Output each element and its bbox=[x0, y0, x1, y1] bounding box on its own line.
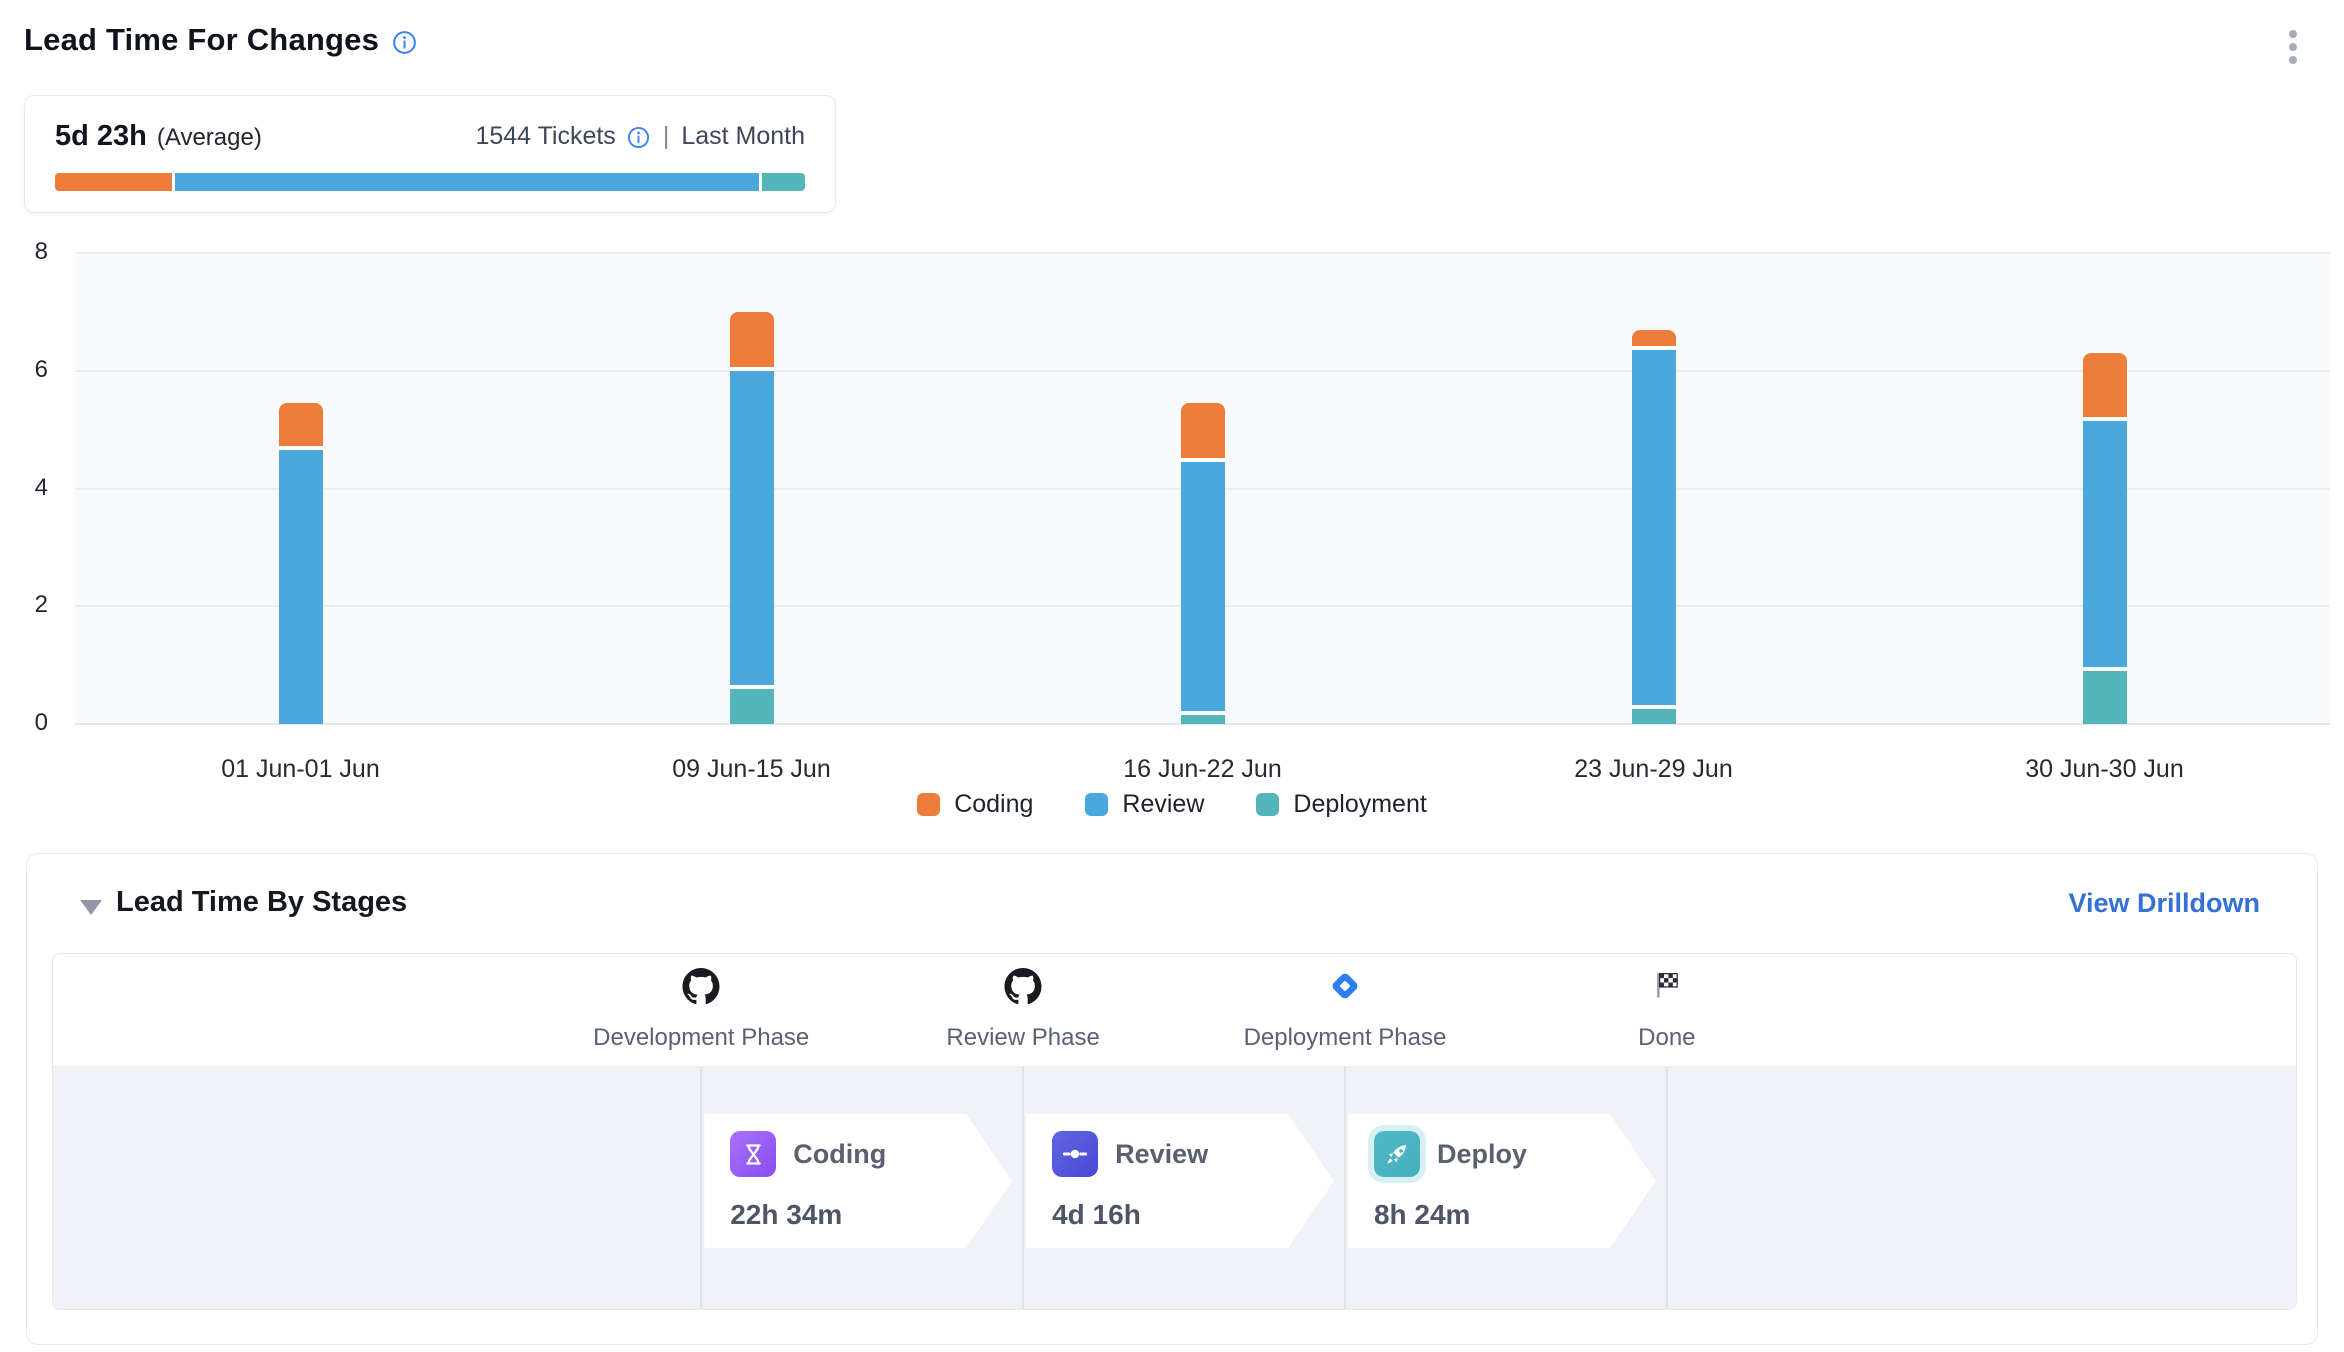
x-axis-label-1: 01 Jun-01 Jun bbox=[221, 755, 379, 784]
stage-duration: 8h 24m bbox=[1374, 1199, 1656, 1231]
phase-label-3: Deployment Phase bbox=[1244, 1024, 1447, 1052]
stacked-bar-4[interactable] bbox=[1632, 253, 1676, 724]
stage-card-review[interactable]: Review 4d 16h bbox=[1026, 1114, 1334, 1248]
view-drilldown-link[interactable]: View Drilldown bbox=[2068, 888, 2260, 919]
stages-table: Development Phase Review Phase Deployment … bbox=[52, 953, 2297, 1310]
summary-bar-segment-deployment bbox=[762, 173, 805, 191]
y-axis-tick-4: 4 bbox=[0, 474, 48, 502]
more-menu-button[interactable] bbox=[2278, 30, 2308, 70]
stage-card-coding[interactable]: Coding 22h 34m bbox=[704, 1114, 1012, 1248]
bar-segment-review[interactable] bbox=[730, 371, 774, 689]
legend-swatch-coding bbox=[917, 793, 940, 816]
stacked-bar-1[interactable] bbox=[279, 253, 323, 724]
stage-duration: 4d 16h bbox=[1052, 1199, 1334, 1231]
y-axis-tick-0: 0 bbox=[0, 709, 48, 737]
bar-segment-deployment[interactable] bbox=[730, 689, 774, 724]
stages-section-title: Lead Time By Stages bbox=[116, 886, 407, 919]
page-title: Lead Time For Changes bbox=[24, 22, 418, 58]
tickets-count: 1544 Tickets bbox=[475, 122, 615, 151]
x-axis-label-4: 23 Jun-29 Jun bbox=[1574, 755, 1732, 784]
info-icon[interactable] bbox=[391, 29, 418, 56]
bar-segment-review[interactable] bbox=[1632, 350, 1676, 709]
phase-label-2: Review Phase bbox=[946, 1024, 1099, 1052]
page-title-text: Lead Time For Changes bbox=[24, 22, 379, 58]
bar-segment-coding[interactable] bbox=[1181, 403, 1225, 462]
stage-name: Deploy bbox=[1437, 1139, 1527, 1170]
legend-item-deployment[interactable]: Deployment bbox=[1256, 790, 1426, 819]
y-axis-tick-2: 2 bbox=[0, 591, 48, 619]
github-icon bbox=[683, 968, 720, 1010]
period-label: Last Month bbox=[681, 122, 805, 151]
y-axis-tick-6: 6 bbox=[0, 356, 48, 384]
separator: | bbox=[661, 122, 672, 151]
stage-duration: 22h 34m bbox=[730, 1199, 1012, 1231]
average-lead-time-value: 5d 23h bbox=[55, 120, 147, 153]
bar-segment-review[interactable] bbox=[1181, 462, 1225, 715]
x-axis-label-2: 09 Jun-15 Jun bbox=[672, 755, 830, 784]
summary-card: 5d 23h (Average) 1544 Tickets | Last Mon… bbox=[24, 95, 836, 213]
y-axis-tick-8: 8 bbox=[0, 238, 48, 266]
legend-label: Deployment bbox=[1293, 790, 1426, 819]
stage-column-divider bbox=[1022, 1066, 1024, 1310]
bar-segment-deployment[interactable] bbox=[1632, 709, 1676, 724]
bar-segment-coding[interactable] bbox=[1632, 330, 1676, 351]
legend-swatch-review bbox=[1085, 793, 1108, 816]
legend-label: Coding bbox=[954, 790, 1033, 819]
bar-segment-review[interactable] bbox=[279, 450, 323, 724]
bar-segment-deployment[interactable] bbox=[2083, 671, 2127, 724]
stacked-bar-3[interactable] bbox=[1181, 253, 1225, 724]
stage-column-divider bbox=[700, 1066, 702, 1310]
average-label: (Average) bbox=[157, 124, 262, 152]
legend-item-coding[interactable]: Coding bbox=[917, 790, 1033, 819]
rocket-icon bbox=[1374, 1131, 1420, 1177]
summary-bar-segment-review bbox=[175, 173, 762, 191]
bar-segment-coding[interactable] bbox=[2083, 353, 2127, 421]
bar-segment-coding[interactable] bbox=[730, 312, 774, 371]
stacked-bar-5[interactable] bbox=[2083, 253, 2127, 724]
phase-label-4: Done bbox=[1638, 1024, 1695, 1052]
x-axis-label-3: 16 Jun-22 Jun bbox=[1123, 755, 1281, 784]
finish-flag-icon bbox=[1650, 968, 1684, 1007]
bar-segment-review[interactable] bbox=[2083, 421, 2127, 671]
stage-card-deploy[interactable]: Deploy 8h 24m bbox=[1348, 1114, 1656, 1248]
chart-legend: Coding Review Deployment bbox=[0, 790, 2344, 819]
summary-distribution-bar bbox=[55, 173, 805, 191]
bar-segment-coding[interactable] bbox=[279, 403, 323, 450]
lead-time-widget: Lead Time For Changes 5d 23h (Average) 1… bbox=[0, 0, 2344, 1352]
jira-icon bbox=[1327, 968, 1363, 1009]
stacked-bar-2[interactable] bbox=[730, 253, 774, 724]
stage-column-divider bbox=[1666, 1066, 1668, 1310]
stage-name: Coding bbox=[793, 1139, 886, 1170]
summary-bar-segment-coding bbox=[55, 173, 175, 191]
legend-swatch-deployment bbox=[1256, 793, 1279, 816]
x-axis-label-5: 30 Jun-30 Jun bbox=[2025, 755, 2183, 784]
bar-segment-deployment[interactable] bbox=[1181, 715, 1225, 724]
phase-label-1: Development Phase bbox=[593, 1024, 809, 1052]
commit-icon bbox=[1052, 1131, 1098, 1177]
collapse-caret-icon[interactable] bbox=[80, 900, 102, 915]
github-icon bbox=[1005, 968, 1042, 1010]
legend-label: Review bbox=[1122, 790, 1204, 819]
tickets-info-icon[interactable] bbox=[626, 125, 651, 150]
legend-item-review[interactable]: Review bbox=[1085, 790, 1204, 819]
stage-column-divider bbox=[1344, 1066, 1346, 1310]
hourglass-icon bbox=[730, 1131, 776, 1177]
stage-name: Review bbox=[1115, 1139, 1208, 1170]
